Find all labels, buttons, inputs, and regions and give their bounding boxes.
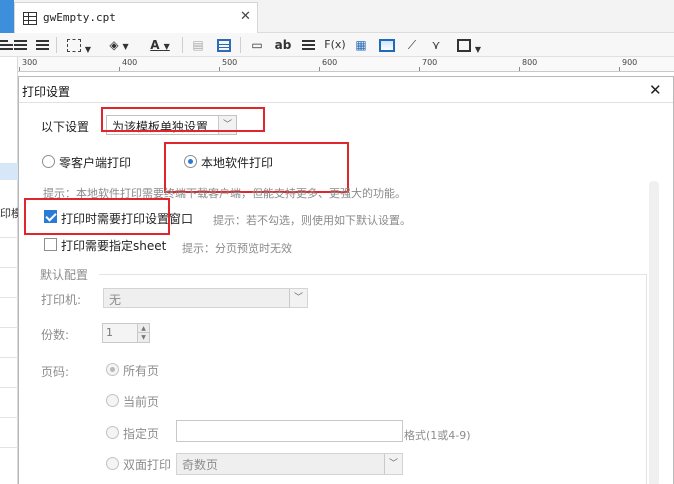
current-page-radio[interactable] (106, 394, 119, 407)
document-tab-title: gwEmpty.cpt (43, 11, 116, 24)
tab-bar-accent (0, 0, 14, 33)
justify-icon[interactable] (34, 36, 50, 54)
copies-label: 份数: (41, 328, 70, 342)
ruler-tick-label: 900 (622, 58, 638, 67)
group-border-right (646, 274, 647, 484)
ruler-tick-label: 400 (122, 58, 138, 67)
row-gridline (0, 237, 18, 238)
copies-stepper[interactable]: 1 ▲ ▼ (102, 323, 150, 343)
row-gridline (0, 297, 18, 298)
highlight-box-dialog (24, 198, 170, 235)
ruler-mark (119, 67, 120, 71)
row-gridline (0, 267, 18, 268)
printer-value: 无 (109, 293, 122, 307)
zero-client-radio[interactable] (42, 155, 55, 168)
table-icon[interactable] (216, 36, 232, 54)
horizontal-ruler: 300 400 500 600 700 800 900 (18, 57, 674, 72)
sheet-row-header: 印模 (0, 57, 18, 484)
row-gridline (0, 417, 18, 418)
ruler-mark (419, 67, 420, 71)
specify-sheet-hint: 提示：分页预览时无效 (182, 242, 292, 255)
settings-scope-label: 以下设置 (41, 120, 90, 134)
chevron-down-icon: ﹀ (289, 289, 307, 307)
print-dialog-hint: 提示：若不勾选，则使用如下默认设置。 (213, 214, 411, 227)
document-tab[interactable]: gwEmpty.cpt ✕ (14, 2, 258, 33)
font-color-icon[interactable]: A ▼ (144, 36, 176, 54)
duplex-label: 双面打印 (123, 458, 172, 472)
dialog-scrollbar[interactable] (649, 181, 659, 484)
format-painter-icon[interactable]: ▤ (190, 36, 206, 54)
cell-border-icon[interactable]: ▼ (454, 36, 484, 54)
current-page-label: 当前页 (123, 395, 160, 409)
printer-select[interactable]: 无 ﹀ (103, 288, 308, 308)
ruler-tick-label: 800 (522, 58, 538, 67)
row-gridline (0, 357, 18, 358)
stepper-down-icon[interactable]: ▼ (137, 333, 149, 342)
page-format-hint: 格式(1或4-9) (404, 429, 471, 442)
ruler-tick-label: 600 (322, 58, 338, 67)
dialog-close-icon[interactable]: ✕ (649, 81, 662, 99)
group-border-top (99, 274, 647, 275)
chart-icon[interactable]: ▦ (352, 36, 370, 54)
ruler-mark (19, 67, 20, 71)
document-tab-bar: gwEmpty.cpt ✕ (0, 0, 674, 33)
text-style-icon[interactable]: ab (274, 36, 292, 54)
format-toolbar: ▼ ◈ ▼ A ▼ ▤ ▭ ab F(x) ▦ ⟋ ⋎ ▼ (0, 33, 674, 57)
toolbar-separator (182, 37, 183, 53)
ruler-tick-label: 500 (222, 58, 238, 67)
border-style-icon[interactable]: ▼ (64, 36, 94, 54)
row-gridline (0, 447, 18, 448)
specify-sheet-checkbox[interactable] (44, 238, 57, 251)
title-divider (19, 102, 673, 103)
toolbar-separator (240, 37, 241, 53)
ruler-mark (219, 67, 220, 71)
ruler-mark (619, 67, 620, 71)
slash-line-icon[interactable]: ⟋ (404, 36, 420, 54)
default-config-title: 默认配置 (40, 268, 89, 282)
ruler-mark (519, 67, 520, 71)
ruler-tick-label: 700 (422, 58, 438, 67)
ruler-mark (319, 67, 320, 71)
fill-color-icon[interactable]: ◈ ▼ (104, 36, 134, 54)
copies-value: 1 (106, 326, 113, 339)
chevron-down-icon: ﹀ (384, 454, 402, 474)
page-range-input[interactable] (176, 420, 403, 442)
filter-icon[interactable]: ⋎ (428, 36, 444, 54)
highlight-box-settings (101, 107, 265, 132)
table-file-icon (23, 12, 37, 25)
page-range-label: 页码: (41, 365, 70, 379)
printer-label: 打印机: (41, 293, 82, 307)
specified-page-label: 指定页 (123, 427, 160, 441)
zero-client-label: 零客户端打印 (59, 156, 132, 170)
specified-page-radio[interactable] (106, 426, 119, 439)
print-settings-dialog: 打印设置 ✕ 以下设置 为该模板单独设置 ﹀ 零客户端打印 本地软件打印 提示：… (18, 76, 674, 484)
align-center-icon[interactable] (0, 36, 13, 54)
duplex-select[interactable]: 奇数页 ﹀ (176, 453, 403, 475)
stepper-up-icon[interactable]: ▲ (137, 324, 149, 333)
formula-icon[interactable]: F(x) (324, 36, 346, 54)
align-right-icon[interactable] (12, 36, 28, 54)
paragraph-icon[interactable] (300, 36, 316, 54)
ruler-tick-label: 300 (22, 58, 38, 67)
specify-sheet-label: 打印需要指定sheet (61, 239, 167, 253)
row-gridline (0, 327, 18, 328)
close-tab-icon[interactable]: ✕ (240, 9, 251, 24)
row-gridline (0, 387, 18, 388)
duplex-value: 奇数页 (182, 458, 219, 472)
selected-row-highlight (0, 163, 18, 180)
duplex-radio[interactable] (106, 457, 119, 470)
toolbar-separator (56, 37, 57, 53)
image-icon[interactable] (378, 36, 396, 54)
dialog-title: 打印设置 (22, 85, 71, 99)
all-pages-label: 所有页 (123, 364, 160, 378)
sheet-cell-text: 印模 (0, 207, 18, 220)
all-pages-radio[interactable] (106, 363, 119, 376)
merge-cell-icon[interactable]: ▭ (248, 36, 266, 54)
